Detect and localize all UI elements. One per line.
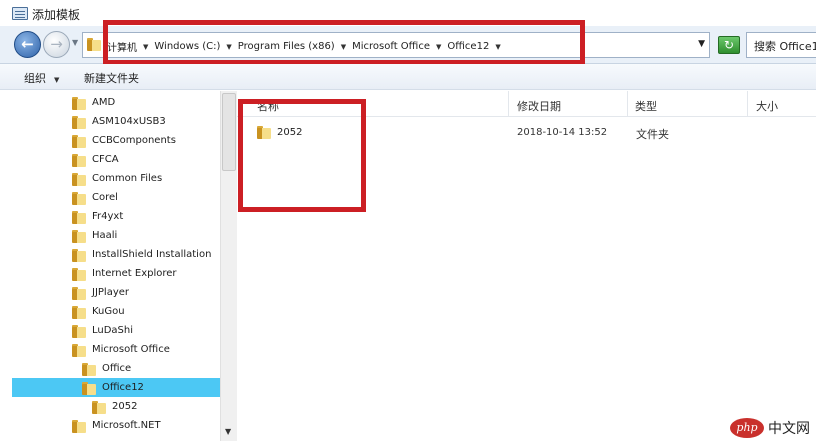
folder-icon bbox=[72, 324, 86, 338]
tree-item-jjplayer[interactable]: JJPlayer bbox=[72, 283, 129, 302]
folder-icon bbox=[72, 134, 86, 148]
tree-item-office[interactable]: Office bbox=[82, 359, 131, 378]
watermark: php 中文网 bbox=[730, 418, 810, 438]
folder-icon bbox=[72, 210, 86, 224]
tree-item-label: Office bbox=[102, 363, 132, 374]
tree-item-label: Fr4yxt bbox=[92, 211, 124, 222]
folder-icon bbox=[72, 267, 86, 281]
scroll-down-arrow-icon[interactable]: ▼ bbox=[225, 427, 231, 436]
file-type: 文件夹 bbox=[636, 128, 669, 141]
folder-icon bbox=[72, 229, 86, 243]
column-header-size[interactable]: 大小 bbox=[756, 98, 778, 114]
tree-item-2052[interactable]: 2052 bbox=[92, 397, 137, 416]
tree-item-microsoft-office[interactable]: Microsoft Office bbox=[72, 340, 170, 359]
tree-item-label: AMD bbox=[92, 97, 116, 108]
window-title: 添加模板 bbox=[32, 8, 81, 22]
folder-icon bbox=[72, 115, 86, 129]
tree-item-corel[interactable]: Corel bbox=[72, 188, 118, 207]
column-divider[interactable] bbox=[747, 91, 748, 117]
tree-item-amd[interactable]: AMD bbox=[72, 93, 115, 112]
scrollbar-thumb[interactable] bbox=[222, 93, 236, 171]
tree-item-common-files[interactable]: Common Files bbox=[72, 169, 162, 188]
annotation-highlight-file bbox=[238, 99, 366, 212]
folder-icon bbox=[72, 305, 86, 319]
tree-item-label: KuGou bbox=[92, 306, 125, 317]
search-input[interactable]: 搜索 Office12 bbox=[746, 32, 816, 58]
command-toolbar: 组织 ▼ 新建文件夹 bbox=[0, 64, 816, 90]
tree-item-label: ASM104xUSB3 bbox=[92, 116, 166, 127]
tree-item-ccbcomponents[interactable]: CCBComponents bbox=[72, 131, 176, 150]
folder-icon bbox=[72, 191, 86, 205]
tree-item-asm104xusb3[interactable]: ASM104xUSB3 bbox=[72, 112, 166, 131]
tree-item-label: 2052 bbox=[112, 401, 138, 412]
recent-pages-chevron-icon[interactable]: ▼ bbox=[72, 38, 78, 47]
tree-item-label: JJPlayer bbox=[92, 287, 130, 298]
tree-item-label: Common Files bbox=[92, 173, 163, 184]
tree-item-label: Internet Explorer bbox=[92, 268, 177, 279]
tree-item-label: InstallShield Installation bbox=[92, 249, 212, 260]
folder-icon bbox=[72, 248, 86, 262]
refresh-button[interactable]: ↻ bbox=[718, 36, 740, 54]
watermark-logo: php bbox=[730, 418, 764, 438]
column-divider[interactable] bbox=[627, 91, 628, 117]
folder-icon bbox=[87, 37, 101, 51]
tree-item-label: LuDaShi bbox=[92, 325, 134, 336]
tree-item-label: Corel bbox=[92, 192, 118, 203]
tree-item-installshield[interactable]: InstallShield Installation bbox=[72, 245, 211, 264]
folder-icon bbox=[72, 96, 86, 110]
navigation-tree: AMD ASM104xUSB3 CCBComponents CFCA Commo… bbox=[0, 91, 237, 441]
tree-item-internet-explorer[interactable]: Internet Explorer bbox=[72, 264, 177, 283]
tree-item-office12[interactable]: Office12 bbox=[12, 378, 220, 397]
organize-label: 组织 bbox=[24, 72, 46, 85]
folder-icon bbox=[82, 381, 96, 395]
tree-scrollbar[interactable]: ▼ bbox=[220, 91, 237, 441]
folder-icon bbox=[72, 343, 86, 357]
search-placeholder: 搜索 Office12 bbox=[754, 40, 816, 53]
organize-menu-button[interactable]: 组织 ▼ bbox=[24, 70, 59, 86]
tree-item-cfca[interactable]: CFCA bbox=[72, 150, 119, 169]
folder-icon bbox=[92, 400, 106, 414]
tree-item-ludashi[interactable]: LuDaShi bbox=[72, 321, 133, 340]
column-header-type[interactable]: 类型 bbox=[635, 98, 657, 114]
column-header-modified[interactable]: 修改日期 bbox=[517, 98, 561, 114]
tree-item-fr4yxt[interactable]: Fr4yxt bbox=[72, 207, 123, 226]
file-modified-date: 2018-10-14 13:52 bbox=[517, 127, 608, 138]
folder-icon bbox=[72, 153, 86, 167]
tree-item-label: CCBComponents bbox=[92, 135, 176, 146]
new-folder-button[interactable]: 新建文件夹 bbox=[84, 70, 139, 86]
address-history-chevron-icon[interactable]: ▼ bbox=[698, 39, 705, 49]
tree-item-label: Microsoft Office bbox=[92, 344, 170, 355]
tree-item-label: Microsoft.NET bbox=[92, 420, 161, 431]
chevron-down-icon: ▼ bbox=[54, 76, 60, 84]
folder-icon bbox=[72, 419, 86, 433]
tree-item-label: CFCA bbox=[92, 154, 119, 165]
annotation-highlight-address bbox=[103, 20, 585, 65]
column-divider[interactable] bbox=[508, 91, 509, 117]
tree-item-microsoft-net[interactable]: Microsoft.NET bbox=[72, 416, 161, 435]
folder-icon bbox=[82, 362, 96, 376]
tree-item-kugou[interactable]: KuGou bbox=[72, 302, 125, 321]
window-app-icon bbox=[12, 7, 28, 20]
back-button[interactable]: ← bbox=[14, 31, 41, 58]
forward-button[interactable]: → bbox=[43, 31, 70, 58]
tree-item-label: Haali bbox=[92, 230, 118, 241]
folder-icon bbox=[72, 286, 86, 300]
folder-icon bbox=[72, 172, 86, 186]
tree-item-haali[interactable]: Haali bbox=[72, 226, 117, 245]
tree-item-label: Office12 bbox=[102, 382, 144, 393]
watermark-text: 中文网 bbox=[768, 421, 810, 437]
